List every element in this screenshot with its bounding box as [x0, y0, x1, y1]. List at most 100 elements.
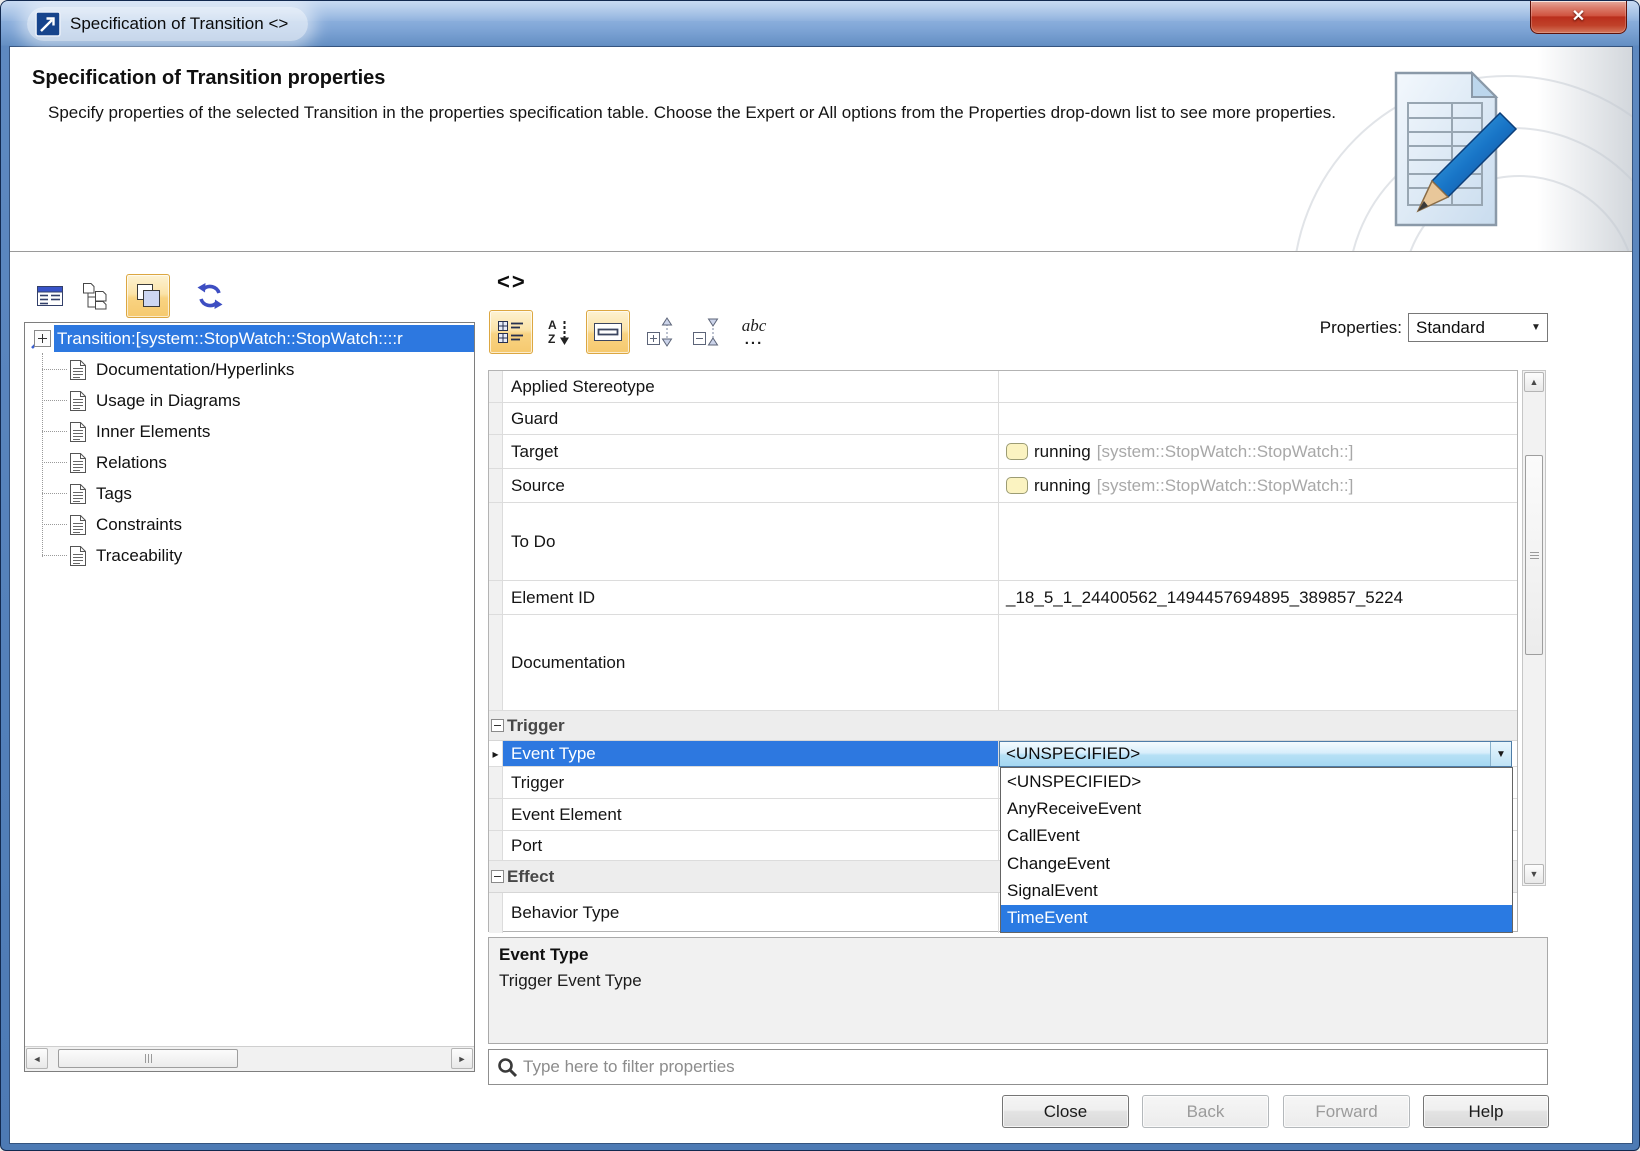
expand-node-button[interactable] [34, 330, 51, 352]
dropdown-option[interactable]: AnyReceiveEvent [1001, 795, 1512, 822]
dropdown-option[interactable]: CallEvent [1001, 823, 1512, 850]
titlebar-pill: Specification of Transition <> [27, 7, 308, 41]
collapse-nodes-button[interactable] [686, 312, 726, 352]
refresh-icon [195, 281, 225, 311]
tree-item-traceability[interactable]: Traceability [25, 540, 474, 571]
property-row-documentation[interactable]: Documentation [489, 615, 1517, 711]
property-value[interactable]: running [system::StopWatch::StopWatch::] [999, 469, 1517, 502]
scroll-left-button[interactable]: ◄ [26, 1048, 48, 1069]
property-row-element-id[interactable]: Element ID _18_5_1_24400562_149445769489… [489, 581, 1517, 615]
scrollbar-thumb[interactable] [58, 1049, 238, 1068]
state-icon [1006, 443, 1028, 460]
tree-item-tags[interactable]: Tags [25, 478, 474, 509]
form-view-icon [35, 283, 65, 309]
property-row-to-do[interactable]: To Do [489, 503, 1517, 581]
show-description-button[interactable] [586, 310, 630, 354]
document-icon [69, 483, 87, 505]
plus-box-icon [34, 330, 51, 347]
search-icon [497, 1057, 518, 1078]
section-header-trigger[interactable]: Trigger [489, 711, 1517, 741]
scroll-right-button[interactable]: ► [451, 1048, 473, 1069]
expand-nodes-button[interactable] [640, 312, 680, 352]
tree-connector-stub [42, 462, 67, 463]
property-row-target[interactable]: Target running [system::StopWatch::StopW… [489, 435, 1517, 469]
dropdown-option[interactable]: <UNSPECIFIED> [1001, 768, 1512, 795]
tree-horizontal-scrollbar[interactable]: ◄ ► [25, 1046, 474, 1071]
tree-item-inner-elements[interactable]: Inner Elements [25, 416, 474, 447]
sort-alphabetically-button[interactable]: A Z [539, 312, 579, 352]
event-type-dropdown-list: <UNSPECIFIED> AnyReceiveEvent CallEvent … [1000, 767, 1513, 933]
row-gutter [489, 893, 503, 933]
element-id-value: _18_5_1_24400562_1494457694895_389857_52… [1006, 588, 1403, 608]
collapse-all-icon [691, 317, 721, 347]
tree-item-usage-in-diagrams[interactable]: Usage in Diagrams [25, 385, 474, 416]
scroll-up-button[interactable]: ▲ [1524, 372, 1544, 392]
property-value[interactable] [999, 503, 1517, 580]
property-name: Port [511, 836, 542, 856]
tree-item-relations[interactable]: Relations [25, 447, 474, 478]
header-section: Specification of Transition properties S… [10, 47, 1632, 252]
tree-connector-stub [42, 493, 67, 494]
dialog-content: Specification of Transition properties S… [9, 46, 1633, 1144]
table-vertical-scrollbar[interactable]: ▲ ▼ [1522, 370, 1546, 886]
tree-connector-stub [42, 431, 67, 432]
back-button[interactable]: Back [1142, 1095, 1269, 1128]
collapse-section-icon[interactable] [491, 870, 504, 883]
tree-item-label: Transition:[system::StopWatch::StopWatch… [54, 325, 474, 352]
property-value[interactable] [999, 371, 1517, 402]
close-window-button[interactable]: ✕ [1530, 1, 1627, 34]
property-row-applied-stereotype[interactable]: Applied Stereotype [489, 371, 1517, 403]
close-icon: ✕ [1572, 9, 1585, 25]
properties-mode-value: Standard [1409, 318, 1525, 338]
stacked-view-button[interactable] [126, 274, 170, 318]
chevron-down-icon: ▼ [1525, 322, 1547, 333]
row-gutter [489, 435, 503, 468]
tree-view-button[interactable] [74, 276, 114, 316]
combobox-arrow-icon[interactable]: ▼ [1490, 742, 1511, 766]
event-type-combobox[interactable]: <UNSPECIFIED> ▼ [999, 741, 1512, 767]
document-icon [69, 514, 87, 536]
tree-item-label: Relations [96, 453, 167, 473]
property-value[interactable] [999, 615, 1517, 710]
refresh-button[interactable] [190, 276, 230, 316]
properties-mode-select[interactable]: Standard ▼ [1408, 313, 1548, 342]
dropdown-option[interactable]: SignalEvent [1001, 877, 1512, 904]
property-row-source[interactable]: Source running [system::StopWatch::StopW… [489, 469, 1517, 503]
tree-item-documentation-hyperlinks[interactable]: Documentation/Hyperlinks [25, 354, 474, 385]
row-gutter: ▸ [489, 741, 503, 766]
categorized-view-button[interactable] [489, 310, 533, 354]
dropdown-option-highlighted[interactable]: TimeEvent [1001, 905, 1512, 932]
help-button[interactable]: Help [1423, 1095, 1549, 1128]
collapse-section-icon[interactable] [491, 719, 504, 732]
property-name: Applied Stereotype [511, 377, 655, 397]
svg-text:A: A [548, 318, 557, 332]
close-button[interactable]: Close [1002, 1095, 1129, 1128]
tree-view-icon [79, 281, 109, 311]
titlebar[interactable]: Specification of Transition <> ✕ [1, 1, 1639, 46]
property-value[interactable] [999, 403, 1517, 434]
filter-properties-input[interactable] [523, 1050, 1543, 1084]
show-abbreviations-button[interactable]: abc ... [734, 312, 774, 352]
scroll-down-button[interactable]: ▼ [1524, 864, 1544, 884]
property-row-event-type[interactable]: ▸ Event Type <UNSPECIFIED> ▼ [489, 741, 1517, 767]
document-icon [69, 545, 87, 567]
property-value[interactable]: _18_5_1_24400562_1494457694895_389857_52… [999, 581, 1517, 614]
tree-item-label: Documentation/Hyperlinks [96, 360, 294, 380]
dropdown-option[interactable]: ChangeEvent [1001, 850, 1512, 877]
row-gutter [489, 469, 503, 502]
source-value: running [1034, 476, 1091, 496]
abc-icon: abc ... [742, 317, 767, 347]
property-value[interactable]: running [system::StopWatch::StopWatch::] [999, 435, 1517, 468]
window-title: Specification of Transition <> [70, 14, 288, 34]
svg-text:Z: Z [548, 332, 555, 346]
form-view-button[interactable] [30, 276, 70, 316]
scrollbar-thumb[interactable] [1525, 455, 1543, 655]
forward-button[interactable]: Forward [1283, 1095, 1410, 1128]
property-value: <UNSPECIFIED> ▼ [999, 741, 1517, 766]
property-row-guard[interactable]: Guard [489, 403, 1517, 435]
tree-item-transition[interactable]: Transition:[system::StopWatch::StopWatch… [25, 323, 474, 354]
tree-item-constraints[interactable]: Constraints [25, 509, 474, 540]
property-name: Trigger [511, 773, 564, 793]
row-gutter [489, 371, 503, 402]
event-type-value: <UNSPECIFIED> [1000, 744, 1490, 764]
